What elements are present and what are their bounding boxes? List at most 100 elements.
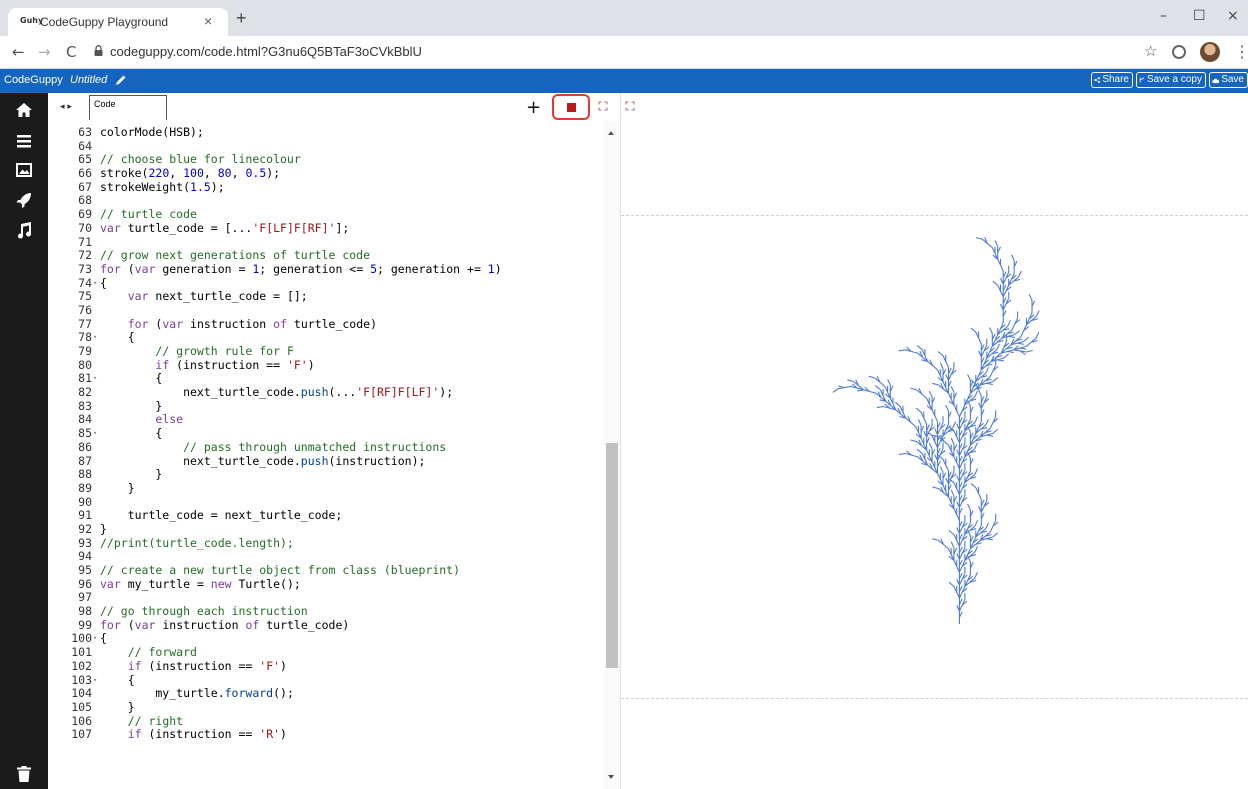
scroll-up-arrow-icon[interactable] [608, 131, 614, 135]
code-token: 80 [217, 166, 232, 181]
line-number: 94 [78, 549, 92, 564]
line-number: 85 [78, 426, 92, 441]
music-icon[interactable] [15, 221, 33, 239]
code-token: (instruction); [328, 453, 426, 468]
code-token: // choose blue for linecolour [100, 152, 301, 167]
browser-menu-icon[interactable]: ⋮ [1234, 42, 1248, 62]
forward-button[interactable]: → [38, 43, 51, 61]
fold-arrow-icon[interactable]: ▾ [93, 427, 97, 441]
code-token: { [100, 426, 163, 441]
code-text: stroke(220, 100, 80, 0.5); [100, 166, 281, 181]
code-token: 5 [370, 261, 378, 276]
tab-close-icon[interactable]: × [204, 13, 212, 29]
image-icon[interactable] [15, 161, 33, 179]
document-title[interactable]: Untitled [70, 74, 107, 86]
fold-arrow-icon[interactable]: ▾ [93, 372, 97, 386]
line-number: 65 [78, 152, 92, 167]
code-token: next_turtle_code. [100, 453, 301, 468]
toggle-panels-arrows-icon[interactable]: ◂ ▸ [60, 102, 72, 112]
back-button[interactable]: ← [12, 43, 25, 61]
maximize-button[interactable]: ☐ [1193, 8, 1206, 24]
fold-arrow-icon[interactable]: ▾ [93, 277, 97, 291]
code-token: var [134, 617, 156, 632]
line-number: 71 [78, 234, 92, 249]
scrollbar-thumb[interactable] [606, 443, 618, 668]
code-text: // pass through unmatched instructions [100, 439, 447, 455]
reload-button[interactable]: C [66, 43, 76, 61]
code-token: ) [307, 357, 315, 372]
scroll-down-arrow-icon[interactable] [608, 775, 614, 779]
extension-icon[interactable] [1172, 45, 1186, 59]
line-number: 80 [78, 357, 92, 372]
code-editor[interactable]: 63 colorMode(HSB); 64 65 // choose blue for … [48, 121, 620, 789]
code-text: for (var instruction of turtle_code) [100, 617, 349, 633]
line-number: 93 [78, 535, 92, 550]
save-copy-label: Save a copy [1146, 74, 1202, 85]
code-token: turtle_code = next_turtle_code; [100, 508, 343, 523]
code-token: } [100, 398, 163, 413]
home-icon[interactable] [15, 101, 33, 119]
expand-editor-icon[interactable] [598, 101, 608, 111]
browser-tab[interactable]: Guhy CodeGuppy Playground × [8, 8, 228, 36]
profile-avatar[interactable] [1200, 42, 1220, 62]
line-number: 100 [71, 631, 92, 646]
rocket-icon[interactable] [15, 191, 33, 209]
code-token: , [169, 166, 184, 181]
line-number: 104 [71, 686, 92, 701]
code-token: // turtle code [100, 207, 197, 222]
output-canvas[interactable] [621, 215, 1248, 699]
code-token: if [127, 658, 142, 673]
line-number: 77 [78, 316, 92, 331]
editor-toolbar: ◂ ▸ Code + [48, 93, 620, 121]
code-text: //print(turtle_code.length); [100, 536, 294, 551]
minimize-button[interactable]: – [1160, 8, 1167, 24]
code-text: { [100, 426, 163, 441]
code-token: if [155, 357, 170, 372]
list-icon[interactable] [15, 132, 33, 150]
window-close-button[interactable]: × [1227, 8, 1239, 24]
save-button[interactable]: Save [1209, 72, 1248, 88]
stop-button[interactable] [552, 94, 590, 120]
code-text: if (instruction == 'F') [100, 658, 287, 674]
code-token: // pass through unmatched instructions [183, 439, 447, 454]
pencil-icon[interactable] [114, 73, 128, 87]
code-token: { [100, 631, 107, 646]
line-number: 86 [78, 439, 92, 454]
save-copy-button[interactable]: Save a copy [1136, 72, 1206, 88]
add-file-button[interactable]: + [526, 97, 541, 118]
code-token: ); [266, 166, 281, 181]
code-text: for (var generation = 1 ; generation <= 5… [100, 261, 502, 277]
line-number: 70 [78, 220, 92, 235]
fold-arrow-icon[interactable]: ▾ [93, 632, 97, 646]
code-text: // go through each instruction [100, 604, 308, 619]
bookmark-star-icon[interactable]: ☆ [1144, 42, 1157, 60]
url-text[interactable]: codeguppy.com/code.html?G3nu6Q5BTaF3oCVk… [110, 44, 422, 59]
code-token: // right [127, 713, 184, 728]
code-token: var [134, 261, 156, 276]
line-number: 78 [78, 330, 92, 345]
expand-output-icon[interactable] [625, 101, 635, 111]
code-token: for [100, 261, 121, 276]
cloud-icon [1212, 78, 1220, 83]
tab-code[interactable]: Code [89, 95, 167, 120]
share-button[interactable]: Share [1091, 72, 1133, 88]
save-label: Save [1221, 74, 1244, 85]
editor-scrollbar[interactable] [604, 121, 620, 789]
code-token: 'R' [259, 727, 281, 742]
fold-arrow-icon[interactable]: ▾ [93, 331, 97, 345]
line-number: 103 [71, 672, 92, 687]
code-token: (instruction == [169, 357, 287, 372]
line-number: 76 [78, 302, 92, 317]
new-tab-button[interactable]: + [236, 9, 247, 27]
code-token: 'F' [259, 658, 281, 673]
omnibox[interactable]: codeguppy.com/code.html?G3nu6Q5BTaF3oCVk… [94, 41, 1134, 63]
fold-arrow-icon[interactable]: ▾ [93, 674, 97, 688]
trash-icon[interactable] [15, 765, 33, 783]
code-token: ) [494, 261, 502, 276]
code-text: // growth rule for F [100, 344, 293, 359]
output-panel [621, 93, 1248, 789]
brand-name[interactable]: CodeGuppy [4, 74, 63, 86]
